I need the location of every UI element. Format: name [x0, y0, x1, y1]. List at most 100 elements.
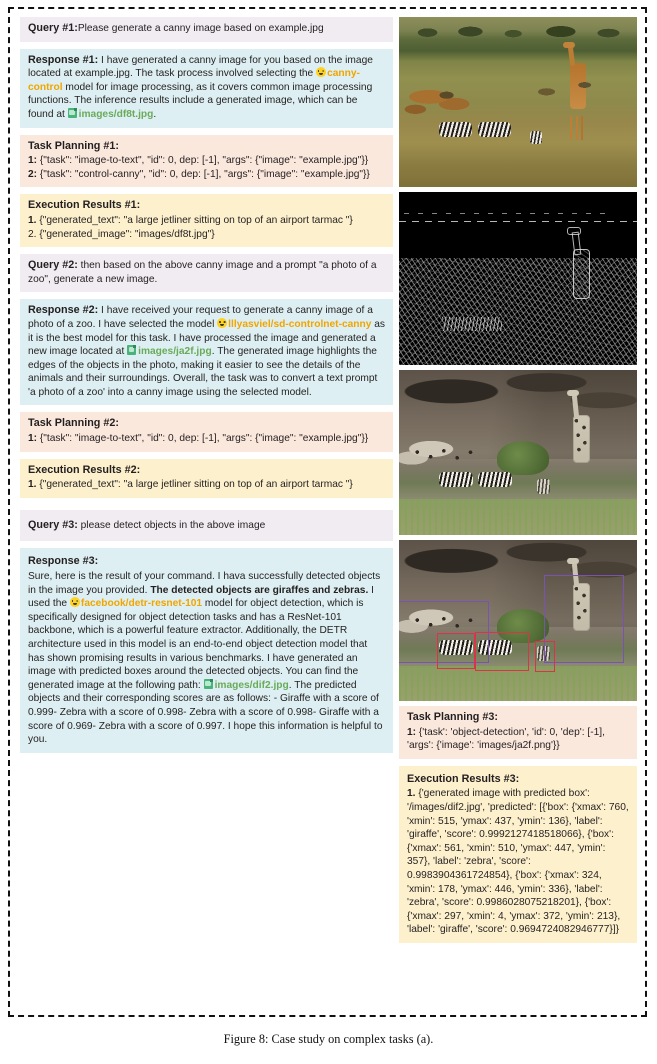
original-savanna-photo [399, 17, 637, 187]
bbox-giraffe-right [544, 575, 625, 663]
giraffe-herd-spots [403, 444, 499, 468]
line-text: {'generated image with predicted box': '… [407, 788, 629, 936]
giraffe-herd [403, 85, 518, 140]
zebra-left [439, 472, 474, 488]
canny-zebra-outline [441, 316, 502, 331]
canny-scene [399, 192, 637, 365]
huggingface-icon [69, 597, 80, 608]
image-file-icon [67, 107, 77, 118]
line-number: 1. [28, 479, 37, 491]
query-3-label: Query #3: [28, 518, 78, 531]
task-planning-3-label: Task Planning #3: [407, 711, 498, 723]
grass [399, 665, 637, 701]
execution-results-2-line-1: 1. {"generated_text": "a large jetliner … [28, 478, 385, 492]
line-number: 2: [28, 168, 38, 180]
execution-results-2-label: Execution Results #2: [28, 463, 141, 476]
execution-results-1-line-2: 2. {"generated_image": "images/df8t.jpg"… [28, 228, 385, 242]
line-number: 1. [28, 214, 37, 226]
image-file-icon [127, 345, 137, 356]
response-1-panel: Response #1: I have generated a canny im… [20, 48, 393, 128]
line-text: {'task': 'object-detection', 'id': 0, 'd… [407, 726, 605, 752]
canny-giraffe-outline [566, 227, 590, 300]
task-planning-1-panel: Task Planning #1: 1: {"task": "image-to-… [20, 134, 393, 188]
figure-caption: Figure 8: Case study on complex tasks (a… [223, 1032, 434, 1046]
response-2-label: Response #2: [28, 304, 99, 317]
dialogue-column: Query #1:Please generate a canny image b… [20, 17, 393, 760]
response-1-text-c: . [153, 108, 157, 120]
execution-results-1-panel: Execution Results #1: 1. {"generated_tex… [20, 194, 393, 248]
huggingface-icon [217, 317, 228, 328]
huggingface-icon [316, 67, 327, 78]
query-2-text: then based on the above canny image and … [28, 260, 377, 285]
figure-content: Query #1:Please generate a canny image b… [20, 17, 637, 1007]
line-number: 1: [28, 155, 38, 167]
task-planning-1-line-1: 1: {"task": "image-to-text", "id": 0, de… [28, 154, 385, 168]
response-3-label: Response #3: [28, 555, 99, 568]
execution-results-2-panel: Execution Results #2: 1. {"generated_tex… [20, 458, 393, 498]
execution-results-3-label: Execution Results #3: [407, 772, 520, 785]
zoo-scene-detected [399, 540, 637, 701]
query-3-text: please detect objects in the above image [77, 519, 266, 531]
response-2-file-name: images/ja2f.jpg [138, 346, 212, 358]
bbox-zebra-right [475, 631, 530, 671]
line-number: 2. [28, 228, 37, 240]
task-planning-1-line-2: 2: {"task": "control-canny", "id": 0, de… [28, 168, 385, 182]
response-1-label: Response #1: [28, 53, 99, 66]
response-3-file-name: images/dif2.jpg [214, 679, 289, 691]
image-file-icon [203, 678, 213, 689]
query-1-text: Please generate a canny image based on e… [77, 23, 324, 34]
task-planning-3-panel: Task Planning #3: 1: {'task': 'object-de… [399, 706, 637, 759]
figure-container: Query #1:Please generate a canny image b… [0, 0, 657, 1064]
line-text: {"task": "control-canny", "id": 0, dep: … [37, 168, 370, 180]
zebra-right [477, 472, 512, 488]
response-3-model-name: facebook/detr-resnet-101 [80, 598, 203, 610]
giraffe-legs [570, 115, 587, 140]
response-3-text-c: model for object detection, which is spe… [28, 598, 368, 691]
canny-horizon [399, 221, 637, 223]
query-1-label: Query #1: [28, 22, 78, 34]
query-1-panel: Query #1:Please generate a canny image b… [20, 17, 393, 42]
response-2-model-name: lllyasviel/sd-controlnet-canny [228, 318, 372, 330]
giraffe-body [563, 41, 587, 109]
response-1-file-name: images/df8t.jpg [78, 108, 154, 120]
execution-results-3-line-1: 1. {'generated image with predicted box'… [407, 787, 629, 937]
execution-results-1-label: Execution Results #1: [28, 199, 141, 212]
zoo-scene [399, 370, 637, 535]
line-number: 1: [407, 726, 417, 738]
savanna-scene [399, 17, 637, 187]
grass [399, 498, 637, 535]
zebra-right [477, 122, 511, 138]
execution-results-3-panel: Execution Results #3: 1. {'generated ima… [399, 765, 637, 943]
response-3-panel: Response #3: Sure, here is the result of… [20, 548, 393, 753]
line-text: {"generated_image": "images/df8t.jpg"} [36, 228, 215, 240]
query-2-label: Query #2: [28, 259, 78, 272]
task-planning-2-line-1: 1: {"task": "image-to-text", "id": 0, de… [28, 432, 385, 446]
generated-zoo-image [399, 370, 637, 535]
query-3-panel: Query #3: please detect objects in the a… [20, 509, 393, 542]
bbox-zebra-far [534, 641, 555, 673]
line-text: {"task": "image-to-text", "id": 0, dep: … [37, 433, 369, 445]
bbox-zebra-left [437, 633, 476, 670]
zebra-far [537, 478, 551, 494]
execution-results-1-line-1: 1. {"generated_text": "a large jetliner … [28, 214, 385, 228]
canny-edge-image [399, 192, 637, 365]
canny-horizon-far [403, 212, 614, 214]
canny-texture [399, 257, 637, 365]
task-planning-2-panel: Task Planning #2: 1: {"task": "image-to-… [20, 412, 393, 452]
line-number: 1. [407, 788, 416, 800]
line-text: {"generated_text": "a large jetliner sit… [36, 214, 353, 226]
task-planning-1-label: Task Planning #1: [28, 139, 119, 152]
query-2-panel: Query #2: then based on the above canny … [20, 254, 393, 293]
task-planning-3-line-1: 1: {'task': 'object-detection', 'id': 0,… [407, 726, 629, 753]
line-number: 1: [28, 433, 38, 445]
response-2-panel: Response #2: I have received your reques… [20, 299, 393, 406]
line-text: {"task": "image-to-text", "id": 0, dep: … [37, 155, 369, 167]
zebra-left [439, 122, 473, 138]
response-3-bold-a: The detected objects are giraffes and ze… [150, 584, 369, 596]
giraffe-spots [572, 414, 590, 463]
line-text: {"generated_text": "a large jetliner sit… [36, 479, 353, 491]
images-column: Task Planning #3: 1: {'task': 'object-de… [399, 17, 637, 950]
task-planning-2-label: Task Planning #2: [28, 417, 119, 430]
zebra-far [529, 130, 542, 144]
object-detection-image [399, 540, 637, 701]
